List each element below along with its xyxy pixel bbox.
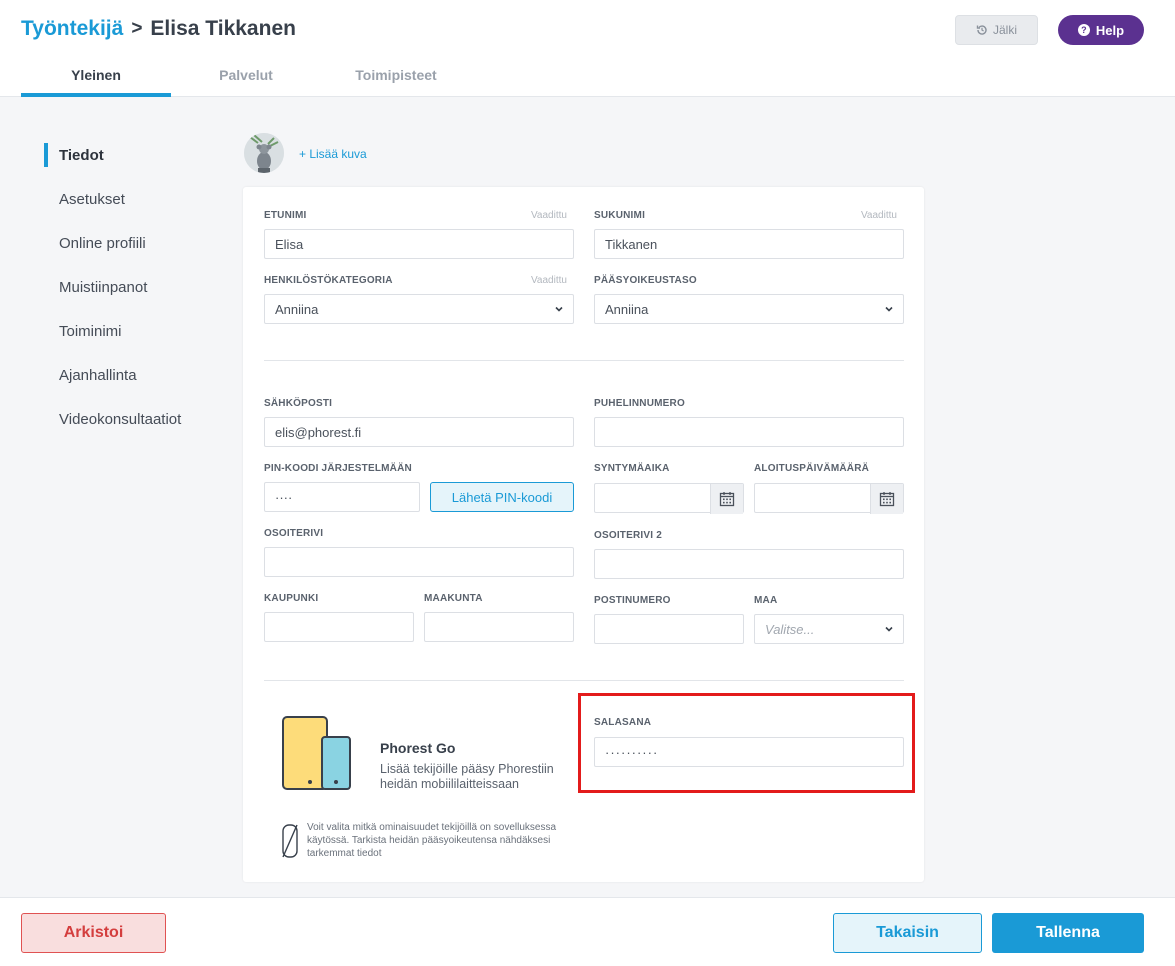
phorest-go-title: Phorest Go [380, 740, 456, 756]
sidebar-item-muistiinpanot[interactable]: Muistiinpanot [59, 279, 147, 296]
start-date-label: ALOITUSPÄIVÄMÄÄRÄ [754, 463, 870, 474]
devices-icon [282, 716, 351, 790]
first-name-required: Vaadittu [531, 210, 567, 221]
tab-toimipisteet[interactable]: Toimipisteet [336, 67, 456, 97]
address2-label: OSOITERIVI 2 [594, 530, 662, 541]
access-level-value: Anniina [605, 301, 649, 317]
last-name-label: SUKUNIMI [594, 210, 646, 221]
last-name-required: Vaadittu [861, 210, 897, 221]
postcode-field[interactable] [594, 614, 744, 644]
tab-yleinen[interactable]: Yleinen [21, 67, 171, 97]
phorest-go-description: Lisää tekijöille pääsy Phorestiin heidän… [380, 762, 554, 791]
archive-button[interactable]: Arkistoi [21, 913, 166, 953]
sidebar-item-ajanhallinta[interactable]: Ajanhallinta [59, 367, 137, 384]
staff-category-select[interactable]: Anniina [264, 294, 574, 324]
email-field[interactable]: elis@phorest.fi [264, 417, 574, 447]
city-field[interactable] [264, 612, 414, 642]
add-photo-link[interactable]: + Lisää kuva [299, 147, 367, 161]
pin-field[interactable]: ···· [264, 482, 420, 512]
region-label: MAAKUNTA [424, 593, 483, 604]
staff-category-label: HENKILÖSTÖKATEGORIA [264, 275, 393, 286]
history-label: Jälki [992, 23, 1017, 37]
section-divider [264, 360, 904, 361]
sidebar-item-videokonsultaatiot[interactable]: Videokonsultaatiot [59, 411, 181, 428]
back-button[interactable]: Takaisin [833, 913, 982, 953]
help-label: Help [1095, 22, 1125, 38]
breadcrumb-parent-link[interactable]: Työntekijä [21, 17, 123, 41]
city-label: KAUPUNKI [264, 593, 319, 604]
sidebar-item-toiminimi[interactable]: Toiminimi [59, 323, 122, 340]
sidebar-active-indicator [44, 143, 48, 167]
send-pin-button[interactable]: Lähetä PIN-koodi [430, 482, 574, 512]
sidebar-item-asetukset[interactable]: Asetukset [59, 191, 125, 208]
question-icon: ? [1077, 24, 1090, 36]
no-access-icon [282, 824, 298, 858]
save-button[interactable]: Tallenna [992, 913, 1144, 953]
first-name-field[interactable]: Elisa [264, 229, 574, 259]
first-name-label: ETUNIMI [264, 210, 307, 221]
address1-field[interactable] [264, 547, 574, 577]
avatar[interactable] [244, 133, 284, 173]
last-name-field[interactable]: Tikkanen [594, 229, 904, 259]
country-select[interactable]: Valitse... [754, 614, 904, 644]
sidebar-item-online-profiili[interactable]: Online profiili [59, 235, 146, 252]
birthdate-field[interactable] [594, 483, 744, 514]
start-date-field[interactable] [754, 483, 904, 514]
address1-label: OSOITERIVI [264, 528, 324, 539]
staff-category-value: Anniina [275, 301, 319, 317]
country-placeholder: Valitse... [765, 621, 815, 637]
breadcrumb: Työntekijä > Elisa Tikkanen [21, 17, 296, 41]
section-divider [264, 680, 904, 681]
calendar-icon[interactable] [710, 484, 743, 514]
chevron-down-icon [555, 306, 563, 312]
address2-field[interactable] [594, 549, 904, 579]
birthdate-label: SYNTYMÄAIKA [594, 463, 670, 474]
phorest-go-note: Voit valita mitkä ominaisuudet tekijöill… [307, 822, 557, 859]
breadcrumb-current: Elisa Tikkanen [150, 17, 296, 40]
chevron-down-icon [885, 626, 893, 632]
phone-field[interactable] [594, 417, 904, 447]
calendar-icon[interactable] [870, 484, 903, 514]
pin-label: PIN-KOODI JÄRJESTELMÄÄN [264, 463, 412, 474]
region-field[interactable] [424, 612, 574, 642]
tab-palvelut[interactable]: Palvelut [196, 67, 296, 97]
phone-label: PUHELINNUMERO [594, 398, 685, 409]
help-button[interactable]: ? Help [1058, 15, 1144, 45]
history-icon [976, 25, 987, 35]
postcode-label: POSTINUMERO [594, 595, 671, 606]
country-label: MAA [754, 595, 778, 606]
sidebar-item-tiedot[interactable]: Tiedot [59, 147, 104, 164]
email-label: SÄHKÖPOSTI [264, 398, 333, 409]
breadcrumb-separator: > [131, 18, 143, 39]
access-level-select[interactable]: Anniina [594, 294, 904, 324]
access-level-label: PÄÄSYOIKEUSTASO [594, 275, 697, 286]
staff-category-required: Vaadittu [531, 275, 567, 286]
chevron-down-icon [885, 306, 893, 312]
password-highlight-box [578, 693, 915, 793]
history-button[interactable]: Jälki [955, 15, 1038, 45]
